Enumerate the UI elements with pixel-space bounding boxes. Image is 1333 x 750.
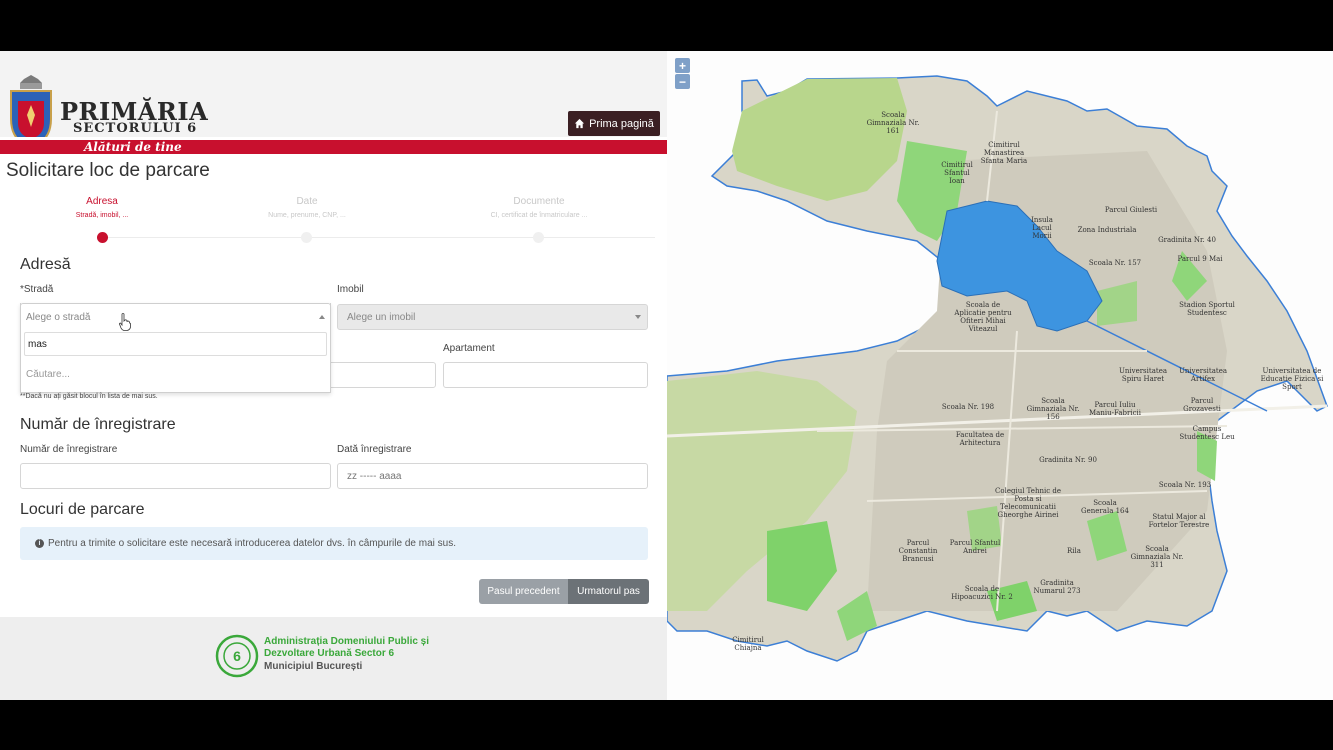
map-label: Scoala Gimnaziala Nr. 161 — [866, 111, 920, 135]
street-search-input[interactable]: mas — [24, 332, 327, 356]
map-label: Colegiul Tehnic de Posta si Telecomunica… — [995, 487, 1061, 519]
home-button-label: Prima pagină — [589, 117, 654, 130]
footer-org-line2: Dezvoltare Urbană Sector 6 — [264, 648, 395, 659]
registration-heading: Număr de înregistrare — [20, 416, 176, 433]
address-heading: Adresă — [20, 256, 71, 273]
map-label: Universitatea de Educatie Fizica si Spor… — [1260, 367, 1324, 391]
map-label: Scoala de Aplicatie pentru Ofiteri Mihai… — [954, 301, 1012, 333]
tagline: Alături de tine — [84, 140, 182, 154]
registration-date-placeholder: zz ----- aaaa — [347, 470, 402, 482]
home-icon — [574, 118, 585, 129]
map-label: Parcul Grozavesti — [1183, 397, 1221, 413]
step-documents[interactable]: Documente CI, certificat de înmatricular… — [439, 196, 639, 219]
street-select-placeholder: Alege o stradă — [26, 311, 91, 323]
zoom-in-button[interactable]: + — [675, 58, 690, 73]
street-search-hint: Căutare... — [26, 369, 70, 380]
map-label: Scoala Nr. 157 — [1088, 259, 1142, 267]
map-label: Universitatea Artifex — [1179, 367, 1228, 383]
street-label: *Stradă — [20, 284, 54, 295]
map-label: Parcul 9 Mai — [1177, 255, 1223, 263]
map-label: Parcul Giulesti — [1104, 206, 1158, 214]
info-icon: i — [35, 539, 44, 548]
registration-date-label: Dată înregistrare — [337, 444, 412, 455]
step-label: Date — [296, 196, 318, 207]
building-select[interactable]: Alege un imobil — [337, 304, 648, 330]
map-label: Gradinita Nr. 90 — [1039, 456, 1097, 464]
step-data[interactable]: Date Nume, prenume, CNP, ... — [207, 196, 407, 219]
step-dot-active — [97, 232, 108, 243]
map-label: Gradinita Nr. 40 — [1158, 236, 1216, 244]
map-label: Zona Industriala — [1077, 226, 1137, 234]
next-step-button[interactable]: Urmatorul pas — [568, 579, 649, 604]
screen: PRIMĂRIA SECTORULUI 6 Prima pagină Alătu… — [0, 51, 1333, 700]
step-label: Adresa — [86, 196, 118, 207]
map-label: Scoala Nr. 193 — [1158, 481, 1212, 489]
info-alert-text: Pentru a trimite o solicitare este neces… — [48, 538, 456, 549]
map-label: Insula Lacul Morii — [1031, 216, 1053, 240]
step-address[interactable]: Adresa Stradă, imobil, ... — [2, 196, 202, 219]
footer-org-line3: Municipiul București — [264, 661, 363, 672]
page-title: Solicitare loc de parcare — [6, 160, 210, 181]
previous-step-button[interactable]: Pasul precedent — [479, 579, 568, 604]
parking-heading: Locuri de parcare — [20, 501, 145, 518]
map-label: Scoala de Hipoacuzici Nr. 2 — [951, 585, 1013, 601]
brand-subtitle: SECTORULUI 6 — [73, 121, 198, 136]
map-label: Gradinita Numarul 273 — [1033, 579, 1081, 595]
step-sub: Nume, prenume, CNP, ... — [268, 212, 346, 219]
registration-number-input[interactable] — [20, 463, 331, 489]
apartment-label: Apartament — [443, 343, 495, 354]
map-label: Scoala Nr. 198 — [941, 403, 995, 411]
step-sub: Stradă, imobil, ... — [75, 212, 129, 219]
footer-org-line1: Administrația Domeniului Public și — [264, 636, 430, 647]
map[interactable]: + − Scoala Gimnaziala Nr. 161 Cimitirul … — [667, 51, 1333, 700]
hand-cursor-icon — [119, 313, 131, 331]
apartment-input[interactable] — [443, 362, 648, 388]
logo-number: 6 — [233, 648, 241, 664]
map-label: Scoala Generala 164 — [1081, 499, 1129, 515]
zoom-out-button[interactable]: − — [675, 74, 690, 89]
building-label: Imobil — [337, 284, 364, 295]
map-label: Parcul Iuliu Maniu-Fabricii — [1089, 401, 1141, 417]
form-pane: PRIMĂRIA SECTORULUI 6 Prima pagină Alătu… — [0, 51, 667, 700]
map-label: Scoala Gimnaziala Nr. 311 — [1130, 545, 1184, 569]
map-label: Statul Major al Fortelor Terestre — [1148, 513, 1210, 529]
map-label: Parcul Constantin Brancusi — [898, 539, 938, 563]
chevron-down-icon — [635, 315, 641, 319]
map-label: Cimitirul Sfantul Ioan — [941, 161, 973, 185]
street-select[interactable]: Alege o stradă — [20, 303, 331, 330]
map-label: Cimitirul Manastirea Sfanta Maria — [980, 141, 1028, 165]
info-alert: i Pentru a trimite o solicitare este nec… — [20, 527, 648, 560]
steps-line — [100, 237, 655, 238]
stair-input[interactable] — [326, 362, 436, 388]
adpdu-logo: 6 — [215, 634, 259, 678]
map-label: Campus Studentesc Leu — [1179, 425, 1235, 441]
map-label: Cimitirul Chiajna — [732, 636, 764, 652]
map-label: Stadion Sportul Studentesc — [1179, 301, 1235, 317]
map-label: Rila — [1067, 547, 1081, 555]
map-label: Facultatea de Arhitectura — [955, 431, 1005, 447]
map-label: Universitatea Spiru Haret — [1118, 367, 1168, 383]
chevron-up-icon — [319, 315, 325, 319]
step-dot — [301, 232, 312, 243]
registration-number-label: Număr de înregistrare — [20, 444, 118, 455]
block-not-found-note: **Dacă nu ați găsit blocul în lista de m… — [20, 393, 158, 400]
footer: 6 Administrația Domeniului Public și Dez… — [0, 617, 667, 700]
step-label: Documente — [513, 196, 565, 207]
home-button[interactable]: Prima pagină — [568, 111, 660, 136]
map-label: Scoala Gimnaziala Nr. 156 — [1026, 397, 1080, 421]
step-dot — [533, 232, 544, 243]
building-select-placeholder: Alege un imobil — [347, 311, 416, 323]
map-label: Parcul Sfantul Andrei — [949, 539, 1001, 555]
registration-date-input[interactable]: zz ----- aaaa — [337, 463, 648, 489]
step-sub: CI, certificat de înmatriculare ... — [490, 212, 588, 219]
